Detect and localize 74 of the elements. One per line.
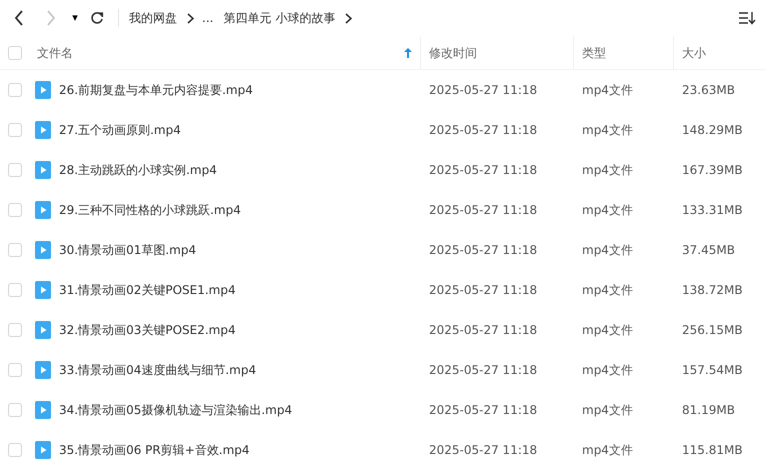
row-checkbox[interactable] — [8, 163, 22, 177]
breadcrumb-link[interactable]: 我的网盘 — [129, 9, 177, 27]
refresh-icon — [90, 11, 104, 25]
row-checkbox[interactable] — [8, 283, 22, 297]
modified-time: 2025-05-27 11:18 — [429, 203, 538, 217]
file-size: 115.81MB — [682, 443, 743, 457]
file-name[interactable]: 28.主动跳跃的小球实例.mp4 — [59, 161, 217, 179]
file-name[interactable]: 26.前期复盘与本单元内容提要.mp4 — [59, 81, 253, 99]
file-name[interactable]: 27.五个动画原则.mp4 — [59, 121, 181, 139]
file-size: 81.19MB — [682, 403, 735, 417]
file-size: 138.72MB — [682, 283, 743, 297]
chevron-icon — [187, 12, 194, 24]
row-checkbox[interactable] — [8, 123, 22, 137]
modified-time: 2025-05-27 11:18 — [429, 283, 538, 297]
file-type: mp4文件 — [582, 163, 633, 177]
video-file-icon — [35, 441, 51, 459]
video-file-icon — [35, 321, 51, 339]
chevron-icon — [345, 12, 352, 24]
video-file-icon — [35, 401, 51, 419]
breadcrumb-link[interactable]: 第四单元 小球的故事 — [223, 9, 336, 27]
chevron-right-icon — [45, 10, 57, 26]
file-size: 148.29MB — [682, 123, 743, 137]
modified-time: 2025-05-27 11:18 — [429, 83, 538, 97]
row-checkbox[interactable] — [8, 363, 22, 377]
file-type: mp4文件 — [582, 123, 633, 137]
file-size: 256.15MB — [682, 323, 743, 337]
video-file-icon — [35, 361, 51, 379]
file-name[interactable]: 35.情景动画06 PR剪辑+音效.mp4 — [59, 441, 250, 459]
file-name[interactable]: 30.情景动画01草图.mp4 — [59, 241, 196, 259]
file-name[interactable]: 29.三种不同性格的小球跳跃.mp4 — [59, 201, 241, 219]
row-checkbox[interactable] — [8, 443, 22, 457]
modified-time: 2025-05-27 11:18 — [429, 403, 538, 417]
file-size: 37.45MB — [682, 243, 735, 257]
file-name[interactable]: 32.情景动画03关键POSE2.mp4 — [59, 321, 236, 339]
row-checkbox[interactable] — [8, 403, 22, 417]
modified-time: 2025-05-27 11:18 — [429, 163, 538, 177]
row-checkbox[interactable] — [8, 203, 22, 217]
file-type: mp4文件 — [582, 363, 633, 377]
video-file-icon — [35, 121, 51, 139]
column-header[interactable]: 大小 — [682, 44, 706, 62]
file-name[interactable]: 33.情景动画04速度曲线与细节.mp4 — [59, 361, 256, 379]
row-checkbox[interactable] — [8, 83, 22, 97]
video-file-icon — [35, 201, 51, 219]
select-all-checkbox[interactable] — [8, 46, 22, 60]
modified-time: 2025-05-27 11:18 — [429, 323, 538, 337]
file-type: mp4文件 — [582, 203, 633, 217]
row-checkbox[interactable] — [8, 323, 22, 337]
breadcrumb-ellipsis[interactable]: ... — [202, 9, 214, 27]
modified-time: 2025-05-27 11:18 — [429, 363, 538, 377]
column-header[interactable]: 类型 — [582, 44, 606, 62]
column-header[interactable]: 修改时间 — [429, 44, 477, 62]
chevron-left-icon — [13, 10, 25, 26]
file-type: mp4文件 — [582, 83, 633, 97]
video-file-icon — [35, 161, 51, 179]
column-header[interactable]: 文件名 — [37, 44, 73, 62]
file-type: mp4文件 — [582, 243, 633, 257]
video-file-icon — [35, 281, 51, 299]
file-type: mp4文件 — [582, 323, 633, 337]
file-type: mp4文件 — [582, 283, 633, 297]
file-type: mp4文件 — [582, 443, 633, 457]
row-checkbox[interactable] — [8, 243, 22, 257]
file-type: mp4文件 — [582, 403, 633, 417]
file-size: 23.63MB — [682, 83, 735, 97]
file-size: 167.39MB — [682, 163, 743, 177]
file-name[interactable]: 34.情景动画05摄像机轨迹与渲染输出.mp4 — [59, 401, 292, 419]
modified-time: 2025-05-27 11:18 — [429, 243, 538, 257]
file-name[interactable]: 31.情景动画02关键POSE1.mp4 — [59, 281, 236, 299]
modified-time: 2025-05-27 11:18 — [429, 123, 538, 137]
video-file-icon — [35, 241, 51, 259]
file-size: 133.31MB — [682, 203, 743, 217]
history-dropdown[interactable]: ▾ — [68, 7, 82, 29]
file-size: 157.54MB — [682, 363, 743, 377]
video-file-icon — [35, 81, 51, 99]
modified-time: 2025-05-27 11:18 — [429, 443, 538, 457]
